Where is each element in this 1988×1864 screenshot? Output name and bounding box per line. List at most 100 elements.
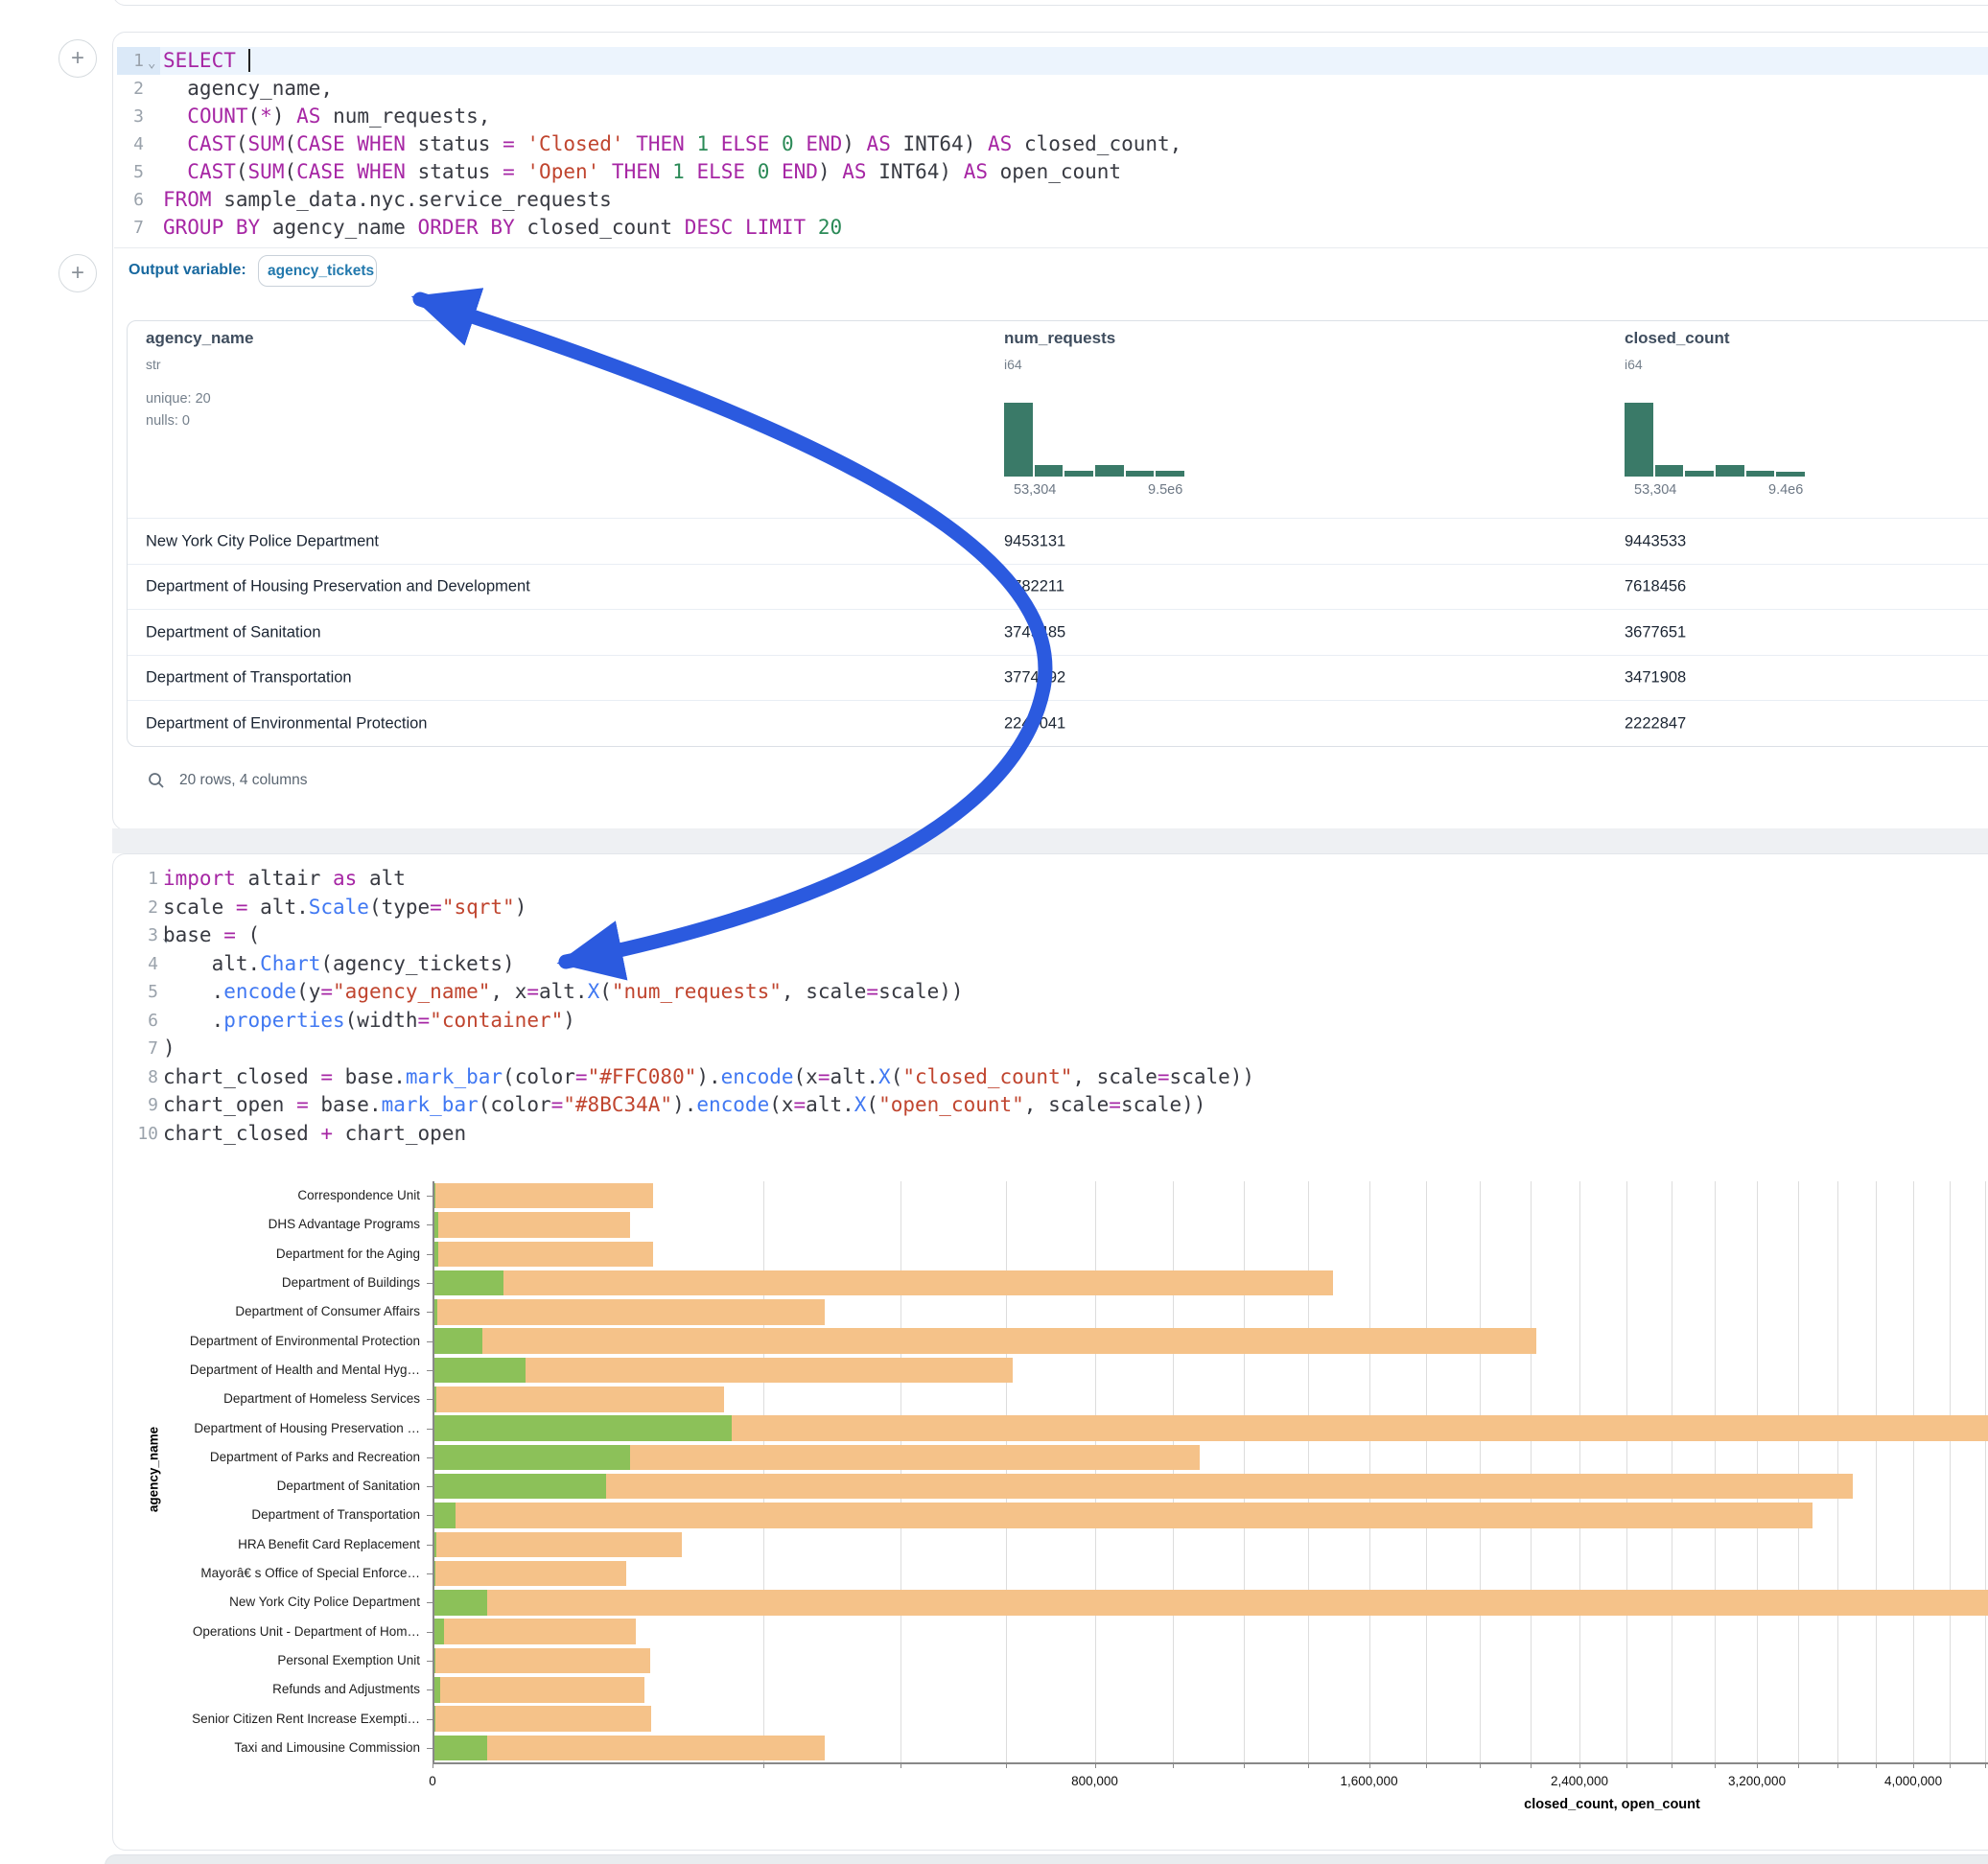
code-line[interactable]: 2scale = alt.Scale(type="sqrt") [113, 894, 1988, 922]
histogram-bar [1625, 403, 1653, 477]
line-number: 1 [119, 865, 158, 894]
histogram-bar [1095, 465, 1124, 477]
code-text: GROUP BY agency_name ORDER BY closed_cou… [163, 214, 842, 242]
table-cell: 7618456 [1625, 578, 1686, 596]
table-cell: 3471908 [1625, 669, 1686, 687]
code-text: CAST(SUM(CASE WHEN status = 'Open' THEN … [163, 158, 1121, 186]
add-cell-button-top[interactable]: + [58, 39, 97, 78]
line-number: 6 [119, 1007, 158, 1036]
text-cursor [248, 49, 250, 72]
output-variable-label: Output variable: [129, 249, 246, 291]
line-number: 2 [119, 894, 158, 922]
table-cell: Department of Sanitation [146, 623, 321, 641]
line-number: 1 [119, 47, 144, 75]
code-text: .encode(y="agency_name", x=alt.X("num_re… [163, 978, 964, 1007]
column-title: agency_name [146, 329, 253, 348]
histogram-min-label: 53,304 [1014, 482, 1056, 498]
code-text: base = ( [163, 921, 260, 950]
code-text: chart_closed = base.mark_bar(color="#FFC… [163, 1063, 1254, 1092]
column-histogram [1004, 403, 1184, 477]
code-text: ) [163, 1035, 175, 1063]
output-variable-pill[interactable]: agency_tickets [258, 255, 377, 287]
table-cell: Department of Environmental Protection [146, 714, 427, 733]
table-cell: 2222847 [1625, 714, 1686, 733]
histogram-min-label: 53,304 [1634, 482, 1676, 498]
line-number: 7 [119, 214, 144, 242]
code-line[interactable]: 8chart_closed = base.mark_bar(color="#FF… [113, 1063, 1988, 1092]
code-text: chart_closed + chart_open [163, 1120, 466, 1149]
code-line[interactable]: 6 .properties(width="container") [113, 1007, 1988, 1036]
code-line[interactable]: 10chart_closed + chart_open [113, 1120, 1988, 1149]
python-editor[interactable]: 1import altair as alt2scale = alt.Scale(… [113, 865, 1988, 1148]
code-text: COUNT(*) AS num_requests, [163, 103, 490, 130]
column-type: i64 [1625, 357, 1643, 372]
code-text: import altair as alt [163, 865, 406, 894]
code-line[interactable]: 4 CAST(SUM(CASE WHEN status = 'Closed' T… [113, 130, 1988, 158]
code-line[interactable]: 3⌄base = ( [113, 921, 1988, 950]
table-cell: Department of Transportation [146, 669, 352, 687]
histogram-max-label: 9.5e6 [1148, 482, 1182, 498]
table-row[interactable]: Department of Sanitation37494853677651 [128, 609, 1988, 656]
code-line[interactable]: 2 agency_name, [113, 75, 1988, 103]
column-title: num_requests [1004, 329, 1115, 348]
histogram-bar [1746, 471, 1775, 477]
code-text: FROM sample_data.nyc.service_requests [163, 186, 612, 214]
notebook-page: + + 1⌄SELECT 2 agency_name,3 COUNT(*) AS… [0, 0, 1988, 1864]
column-title: closed_count [1625, 329, 1730, 348]
code-line[interactable]: 5 .encode(y="agency_name", x=alt.X("num_… [113, 978, 1988, 1007]
line-number: 4 [119, 130, 144, 158]
code-line[interactable]: 7 GROUP BY agency_name ORDER BY closed_co… [113, 214, 1988, 242]
line-number: 9 [119, 1091, 158, 1120]
histogram-max-label: 9.4e6 [1768, 482, 1803, 498]
code-text: agency_name, [163, 75, 333, 103]
output-variable-value: agency_tickets [268, 263, 374, 279]
code-text: chart_open = base.mark_bar(color="#8BC34… [163, 1091, 1205, 1120]
line-number: 3 [119, 921, 158, 950]
column-stat: unique: 20 [146, 391, 211, 407]
code-line[interactable]: 1⌄SELECT [113, 47, 1988, 75]
code-line[interactable]: 4 alt.Chart(agency_tickets) [113, 950, 1988, 979]
table-cell: 3774892 [1004, 669, 1065, 687]
previous-cell-fragment [112, 0, 1988, 6]
table-row[interactable]: New York City Police Department 9453131 94… [128, 518, 1988, 565]
python-cell: 1import altair as alt2scale = alt.Scale(… [112, 853, 1988, 1851]
table-row[interactable]: Department of Transportation 3774892 34719… [128, 655, 1988, 702]
code-line[interactable]: 9chart_open = base.mark_bar(color="#8BC3… [113, 1091, 1988, 1120]
line-number: 6 [119, 186, 144, 214]
column-type: i64 [1004, 357, 1022, 372]
histogram-bar [1156, 471, 1184, 477]
table-footer-summary: 20 rows, 4 columns [179, 772, 308, 789]
code-text: .properties(width="container") [163, 1007, 575, 1036]
histogram-bar [1035, 465, 1064, 477]
table-row[interactable]: Department of Housing Preservation and D… [128, 564, 1988, 611]
line-number: 2 [119, 75, 144, 103]
sql-editor[interactable]: 1⌄SELECT 2 agency_name,3 COUNT(*) AS num… [113, 47, 1988, 242]
table-cell: New York City Police Department [146, 532, 379, 550]
add-cell-button-output[interactable]: + [58, 254, 97, 292]
table-cell: 7782211 [1004, 578, 1064, 596]
line-number: 5 [119, 978, 158, 1007]
sql-cell: 1⌄SELECT 2 agency_name,3 COUNT(*) AS num… [112, 32, 1988, 830]
line-number: 7 [119, 1035, 158, 1063]
table-row[interactable]: Department of Environmental Protection 22… [128, 700, 1988, 747]
line-number: 10 [119, 1120, 158, 1149]
histogram-bar [1776, 472, 1805, 477]
table-cell: 3677651 [1625, 623, 1686, 641]
column-stat: nulls: 0 [146, 413, 190, 429]
line-number: 4 [119, 950, 158, 979]
histogram-bar [1685, 471, 1714, 477]
code-line[interactable]: 1import altair as alt [113, 865, 1988, 894]
code-line[interactable]: 3 COUNT(*) AS num_requests, [113, 103, 1988, 130]
table-cell: 9443533 [1625, 532, 1686, 550]
table-cell: 9453131 [1004, 532, 1065, 550]
divider [114, 247, 1988, 248]
code-line[interactable]: 7) [113, 1035, 1988, 1063]
line-number: 3 [119, 103, 144, 130]
search-icon[interactable] [147, 771, 166, 790]
code-text: scale = alt.Scale(type="sqrt") [163, 894, 526, 922]
cell-gap [112, 828, 1988, 853]
code-line[interactable]: 6 FROM sample_data.nyc.service_requests [113, 186, 1988, 214]
fold-chevron-icon[interactable]: ⌄ [148, 50, 155, 78]
column-type: str [146, 357, 161, 372]
code-line[interactable]: 5 CAST(SUM(CASE WHEN status = 'Open' THE… [113, 158, 1988, 186]
